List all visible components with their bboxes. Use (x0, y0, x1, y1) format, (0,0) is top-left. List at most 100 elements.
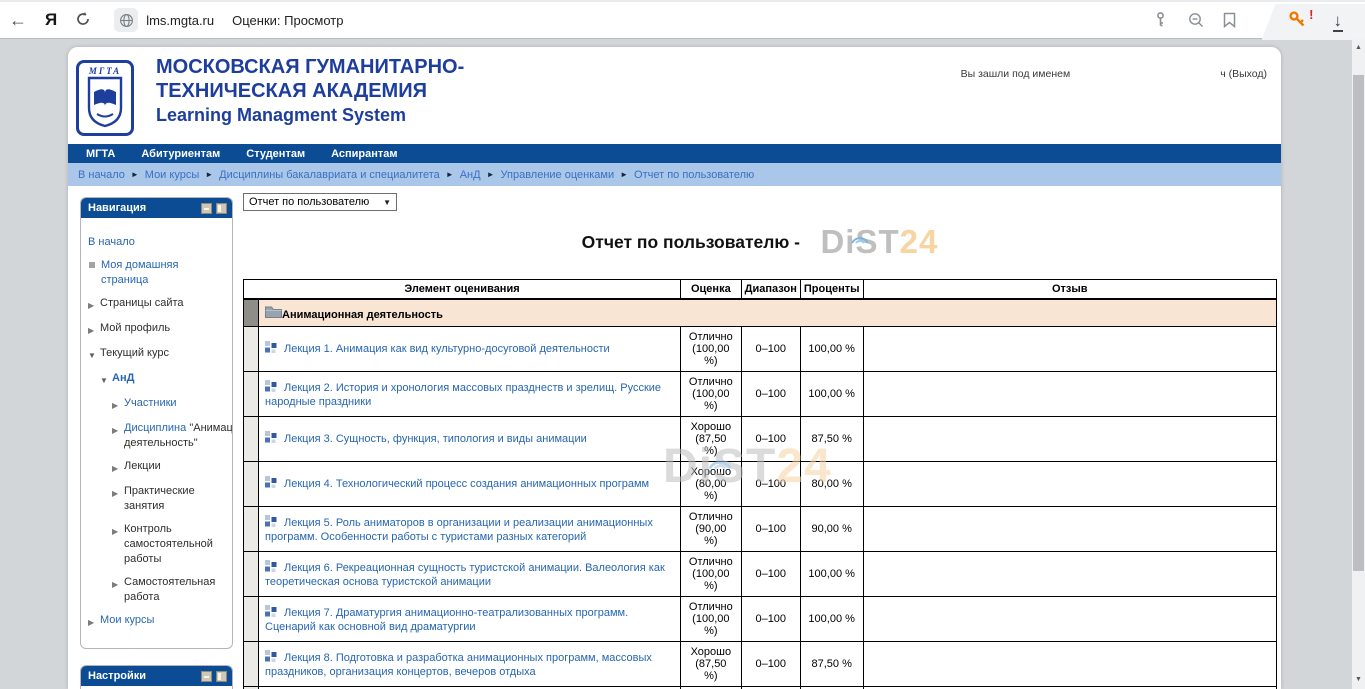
back-icon[interactable]: ← (9, 11, 27, 29)
yandex-logo-icon[interactable]: Я (45, 10, 57, 30)
grade-cell: Хорошо(80,00 %) (681, 462, 742, 507)
chevron-right-icon[interactable]: ▶ (112, 396, 124, 413)
grade-table-body: Анимационная деятельностьЛекция 1. Анима… (244, 299, 1277, 689)
block-dock-icon[interactable] (216, 671, 227, 682)
navigation-item[interactable]: В начало (88, 235, 227, 250)
scroll-up-icon[interactable]: ▲ (1352, 41, 1365, 55)
navigation-item[interactable]: ▶Лекции (112, 459, 227, 476)
navigation-block-body: В начало Моя домашняя страница ▶Страницы с… (81, 218, 232, 648)
percent-cell: 87,50 % (800, 642, 863, 687)
breadcrumb-link[interactable]: Дисциплины бакалавриата и специалитета (219, 169, 440, 181)
navigation-block: Навигация В началоМоя домашняя страница▶… (80, 197, 233, 649)
grade-item-link[interactable]: Лекция 3. Сущность, функция, типология и… (284, 433, 587, 445)
grade-item-link[interactable]: Лекция 4. Технологический процесс создан… (284, 478, 649, 490)
indent-cell (244, 299, 259, 327)
scroll-down-icon[interactable]: ▼ (1352, 673, 1365, 687)
academy-title: МОСКОВСКАЯ ГУМАНИТАРНО- ТЕХНИЧЕСКАЯ АКАД… (156, 55, 464, 127)
site-page: МГТА МОСКОВСКАЯ ГУМАНИТАРНО- ТЕХНИЧЕСКАЯ… (68, 47, 1281, 689)
site-header: МГТА МОСКОВСКАЯ ГУМАНИТАРНО- ТЕХНИЧЕСКАЯ… (68, 47, 1281, 144)
breadcrumb-link[interactable]: Мои курсы (145, 169, 199, 181)
block-dock-icon[interactable] (216, 203, 227, 214)
address-bar-url[interactable]: lms.mgta.ru (146, 13, 214, 28)
chevron-right-icon[interactable]: ▶ (112, 459, 124, 476)
login-info: Вы зашли под именемч (Выход) (961, 68, 1267, 80)
chevron-down-icon[interactable]: ▼ (88, 346, 100, 363)
lms-subtitle: Learning Managment System (156, 103, 464, 127)
lesson-icon (265, 476, 278, 492)
indent-cell (244, 642, 259, 687)
square-bullet-icon (89, 262, 95, 268)
vertical-scrollbar: ▲ ▼ (1352, 39, 1365, 689)
navigation-item[interactable]: ▶Самостоятельная работа (112, 575, 227, 605)
feedback-cell (863, 372, 1277, 417)
chevron-right-icon[interactable]: ▶ (112, 484, 124, 514)
academy-title-line2: ТЕХНИЧЕСКАЯ АКАДЕМИЯ (156, 79, 464, 103)
breadcrumb-separator-icon: ► (620, 170, 628, 179)
logo-crest-icon (85, 76, 125, 130)
item-name-cell: Лекция 4. Технологический процесс создан… (259, 462, 681, 507)
grade-item-link[interactable]: Лекция 6. Рекреационная сущность туристс… (265, 562, 665, 588)
navigation-item[interactable]: ▶Контроль самостоятельной работы (112, 522, 227, 567)
content-area: Навигация В началоМоя домашняя страница▶… (68, 186, 1281, 689)
grade-item-link[interactable]: Лекция 2. История и хронология массовых … (265, 382, 661, 408)
navigation-item[interactable]: ▼АнД (100, 371, 227, 388)
feedback-cell (863, 642, 1277, 687)
navigation-item-label: Мои курсы (100, 613, 154, 630)
zoom-out-icon[interactable] (1187, 11, 1205, 34)
report-type-select[interactable]: Отчет по пользователю ▼ (243, 193, 397, 211)
topnav-link[interactable]: Аспирантам (331, 148, 397, 160)
navigation-item[interactable]: ▶Участники (112, 396, 227, 413)
bookmark-flag-icon[interactable] (1223, 12, 1236, 33)
lesson-icon (265, 341, 278, 357)
topnav-link[interactable]: МГТА (86, 148, 115, 160)
logout-link[interactable]: ч (Выход) (1220, 68, 1267, 80)
chevron-right-icon[interactable]: ▶ (112, 421, 124, 451)
grade-cell: Отлично(90,00 %) (681, 507, 742, 552)
scrollbar-thumb[interactable] (1353, 75, 1364, 571)
report-type-selected: Отчет по пользователю (249, 196, 369, 208)
navigation-item[interactable]: ▶Мой профиль (88, 321, 227, 338)
chevron-right-icon[interactable]: ▶ (88, 296, 100, 313)
breadcrumb-link[interactable]: АнД (460, 169, 481, 181)
block-collapse-icon[interactable] (201, 203, 212, 214)
breadcrumb-link[interactable]: Управление оценками (501, 169, 615, 181)
grade-item-link[interactable]: Лекция 5. Роль аниматоров в организации … (265, 517, 653, 543)
topnav-link[interactable]: Абитуриентам (141, 148, 220, 160)
navigation-item[interactable]: ▶Дисциплина "Анимационная деятельность" (112, 421, 227, 451)
grade-item-link[interactable]: Лекция 8. Подготовка и разработка анимац… (265, 652, 652, 678)
grade-item-link[interactable]: Лекция 1. Анимация как вид культурно-дос… (284, 343, 610, 355)
chevron-right-icon[interactable]: ▶ (88, 321, 100, 338)
item-name-cell: Лекция 6. Рекреационная сущность туристс… (259, 552, 681, 597)
breadcrumb-separator-icon: ► (446, 170, 454, 179)
navigation-item-label: АнД (112, 371, 134, 388)
navigation-item[interactable]: Моя домашняя страница (88, 258, 227, 288)
navigation-item[interactable]: ▶Страницы сайта (88, 296, 227, 313)
download-icon[interactable]: ↓ (1333, 12, 1344, 32)
folder-icon (265, 309, 282, 321)
item-name-cell: Лекция 7. Драматургия анимационно-театра… (259, 597, 681, 642)
grade-cell: Хорошо(87,50 %) (681, 417, 742, 462)
indent-cell (244, 327, 259, 372)
grade-cell: Отлично(100,00 %) (681, 372, 742, 417)
navigation-item[interactable]: ▶Практические занятия (112, 484, 227, 514)
password-key-icon[interactable] (1152, 11, 1169, 33)
chevron-right-icon[interactable]: ▶ (88, 613, 100, 630)
percent-cell: 100,00 % (800, 597, 863, 642)
chevron-right-icon[interactable]: ▶ (112, 575, 124, 605)
navigation-item-label: В начало (88, 235, 135, 250)
indent-cell (244, 552, 259, 597)
lesson-icon (265, 650, 278, 666)
topnav-link[interactable]: Студентам (246, 148, 305, 160)
navigation-item[interactable]: ▼Текущий курс (88, 346, 227, 363)
navigation-item[interactable]: ▶Мои курсы (88, 613, 227, 630)
password-alert-key-icon[interactable]: ! (1288, 10, 1307, 34)
chevron-right-icon[interactable]: ▶ (112, 522, 124, 567)
refresh-icon[interactable] (75, 11, 91, 30)
wifi-arcs-icon (849, 215, 871, 253)
block-collapse-icon[interactable] (201, 671, 212, 682)
chevron-down-icon[interactable]: ▼ (100, 371, 112, 388)
breadcrumb-link[interactable]: В начало (78, 169, 125, 181)
grade-item-link[interactable]: Лекция 7. Драматургия анимационно-театра… (265, 607, 628, 633)
breadcrumb-link[interactable]: Отчет по пользователю (634, 169, 754, 181)
column-header: Оценка (681, 280, 742, 300)
